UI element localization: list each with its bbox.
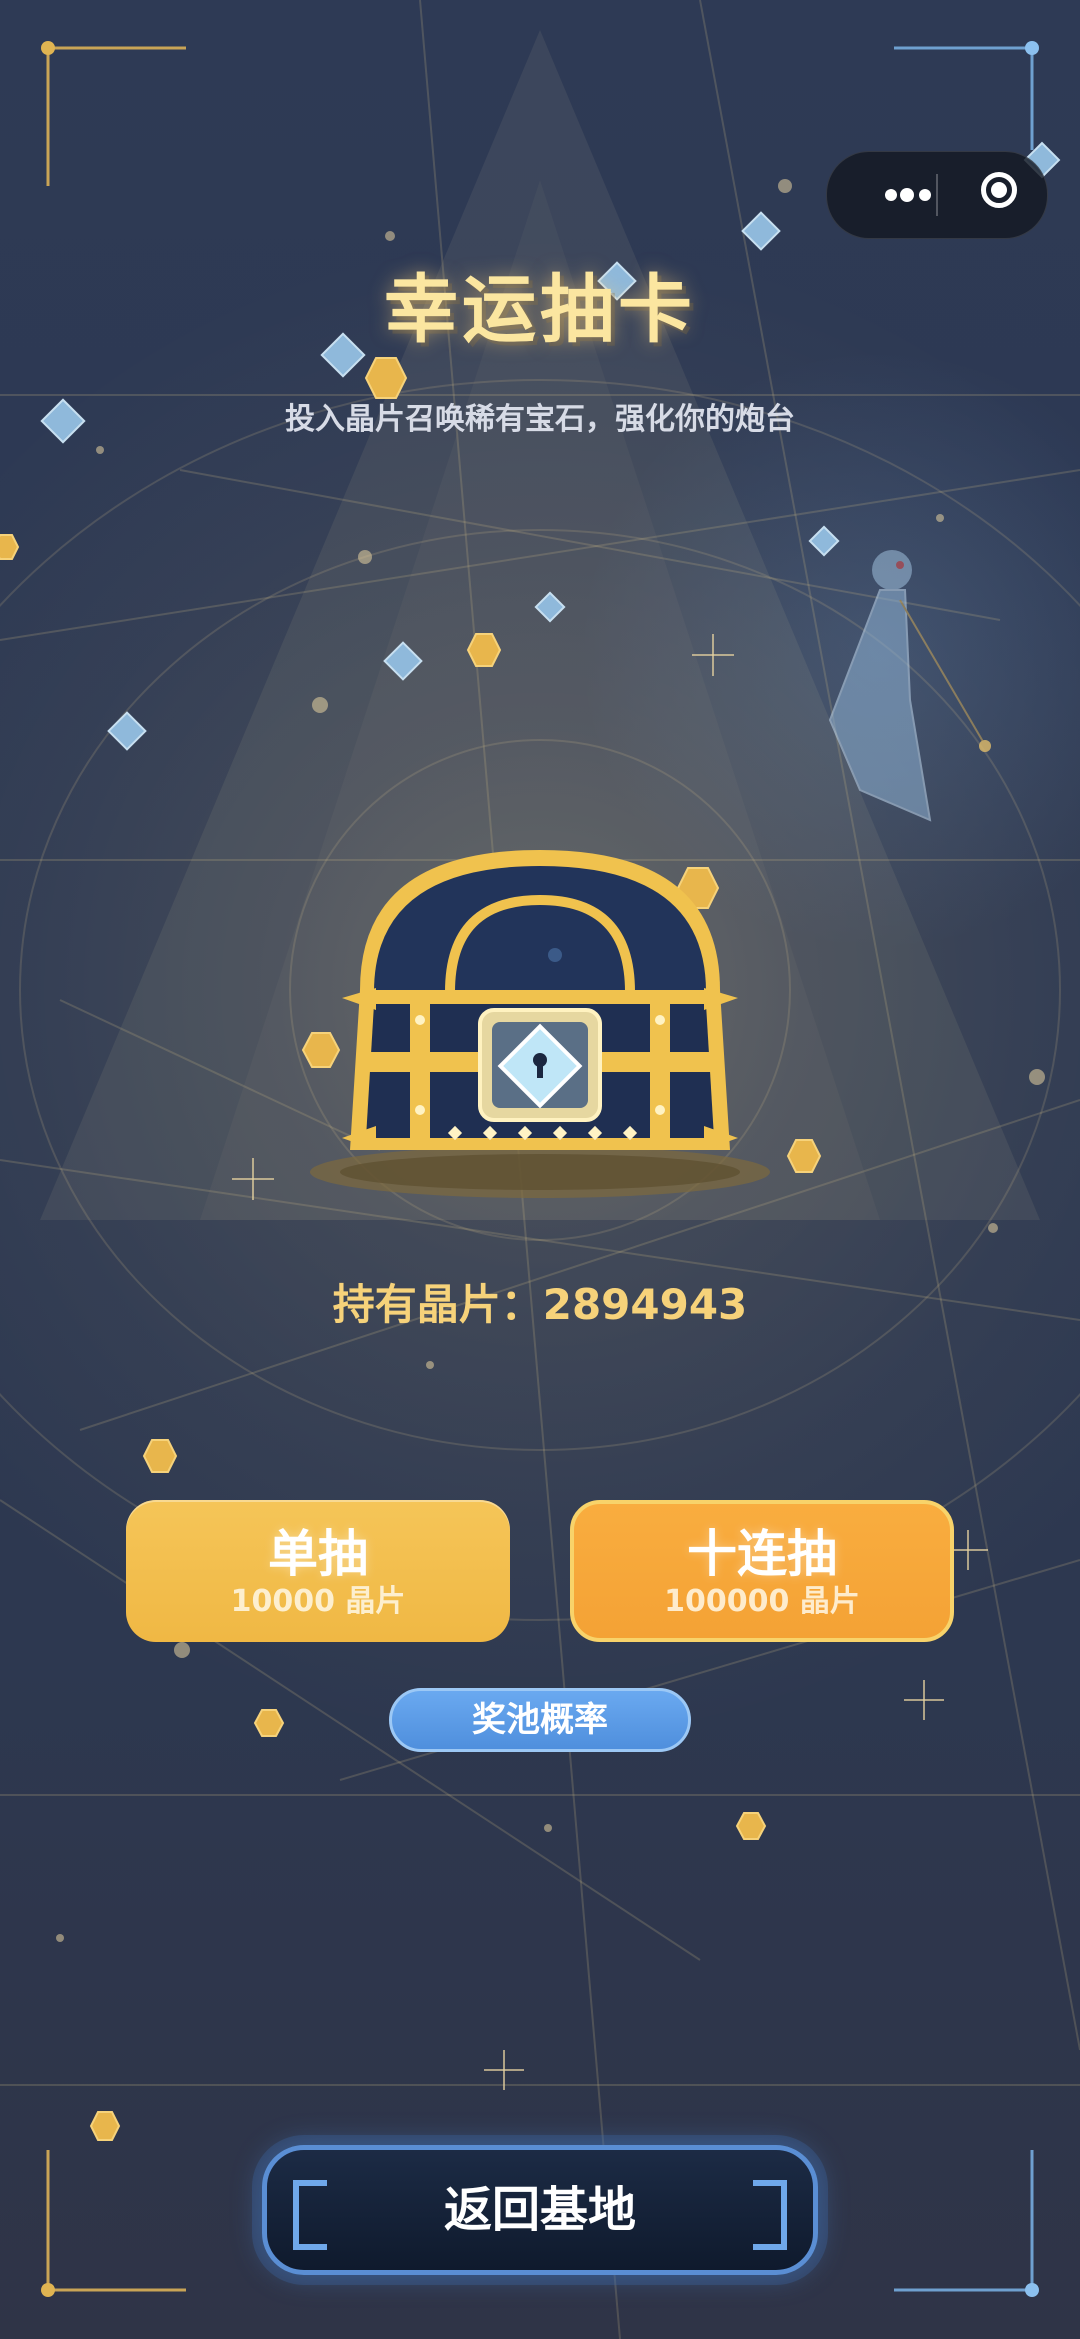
balance-label: 持有晶片： [332, 1280, 543, 1329]
single-draw-label: 单抽 [268, 1525, 368, 1583]
miniprogram-capsule [826, 151, 1048, 239]
return-base-label: 返回基地 [443, 2182, 636, 2238]
bracket-right-icon [753, 2180, 787, 2250]
single-draw-button[interactable]: 单抽 10000 晶片 [126, 1500, 510, 1642]
more-dots-icon[interactable] [855, 152, 965, 238]
ten-draw-cost: 100000 晶片 [664, 1584, 860, 1619]
return-base-button[interactable]: 返回基地 [262, 2145, 818, 2275]
page-subtitle: 投入晶片召唤稀有宝石，强化你的炮台 [285, 402, 795, 437]
crystal-balance: 持有晶片：2894943 [240, 1270, 840, 1340]
capsule-divider [936, 174, 938, 216]
balance-value: 2894943 [542, 1280, 748, 1329]
treasure-chest-icon [310, 850, 770, 1198]
page-title: 幸运抽卡 [384, 267, 696, 353]
target-close-icon[interactable] [967, 152, 1047, 238]
ten-draw-label: 十连抽 [687, 1525, 837, 1583]
single-draw-cost: 10000 晶片 [230, 1584, 406, 1619]
pool-odds-button[interactable]: 奖池概率 [389, 1688, 691, 1752]
ten-draw-button[interactable]: 十连抽 100000 晶片 [570, 1500, 954, 1642]
